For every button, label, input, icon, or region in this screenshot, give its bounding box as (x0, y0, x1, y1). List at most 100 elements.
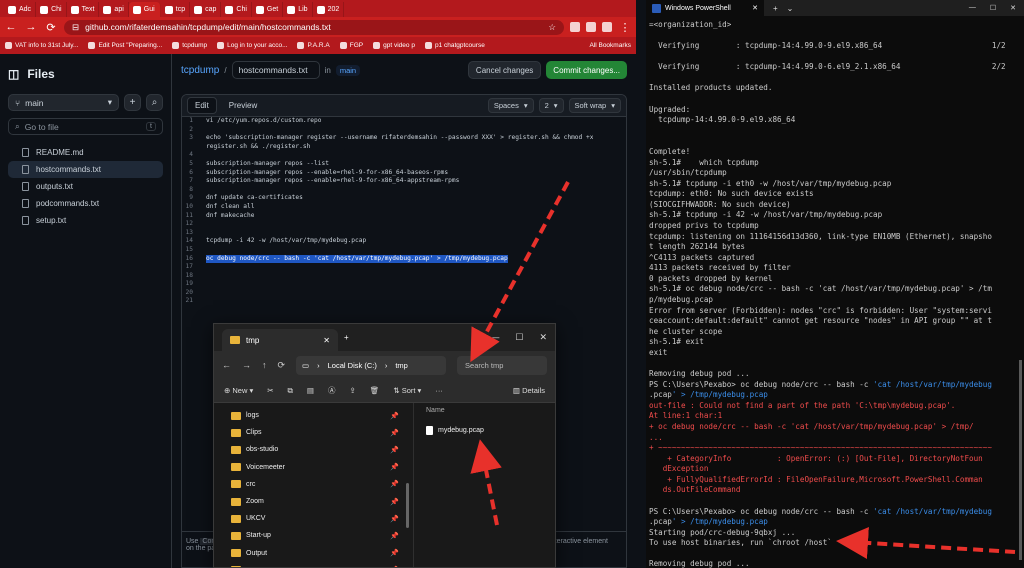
pin-icon[interactable]: 📌 (390, 532, 399, 540)
details-button[interactable]: ▥ Details (513, 386, 545, 395)
code-line[interactable]: 8 (182, 186, 626, 195)
code-line[interactable]: 19 (182, 280, 626, 289)
code-line[interactable]: 7 subscription-manager repos --enable=rhe… (182, 177, 626, 186)
code-line[interactable]: 17 (182, 263, 626, 272)
file-tree-item[interactable]: hostcommands.txt (8, 161, 163, 178)
pin-icon[interactable]: 📌 (390, 498, 399, 506)
explorer-path[interactable]: ▭ › Local Disk (C:) › tmp (296, 355, 447, 375)
extension-icon[interactable] (586, 22, 596, 32)
forward-icon[interactable]: → (24, 21, 38, 33)
back-icon[interactable]: ← (4, 21, 18, 33)
code-line[interactable]: 18 (182, 272, 626, 281)
cancel-changes-button[interactable]: Cancel changes (467, 61, 542, 79)
nav-folder-item[interactable]: logs 📌 (214, 407, 413, 424)
sort-button[interactable]: ⇅ Sort ▾ (393, 386, 421, 395)
nav-scrollbar[interactable] (406, 483, 409, 528)
code-line[interactable]: 5 subscription-manager repos --list (182, 160, 626, 169)
extension-icon[interactable] (570, 22, 580, 32)
line-text[interactable]: tcpdump -i 42 -w /host/var/tmp/mydebug.p… (206, 237, 366, 246)
terminal-tab[interactable]: Windows PowerShell ✕ (646, 0, 764, 16)
browser-tab[interactable]: Chi (36, 2, 67, 17)
code-line[interactable]: 12 (182, 220, 626, 229)
code-line[interactable]: 13 (182, 229, 626, 238)
rename-icon[interactable]: Ⓐ (328, 385, 336, 396)
file-tree-item[interactable]: setup.txt (8, 212, 163, 229)
browser-tab[interactable]: api (99, 2, 129, 17)
go-to-file-input[interactable]: ⌕ Go to file t (8, 118, 163, 135)
wrap-mode-select[interactable]: Soft wrap ▾ (568, 98, 621, 113)
code-line[interactable]: 11 dnf makecache (182, 212, 626, 221)
address-bar[interactable]: ⊟ github.com/rifaterdemsahin/tcpdump/edi… (64, 19, 564, 35)
filename-input[interactable]: hostcommands.txt (231, 61, 320, 79)
nav-folder-item[interactable]: info@pexabo.com📌 (214, 562, 413, 567)
file-tree-item[interactable]: README.md (8, 144, 163, 161)
browser-tab[interactable]: Text (67, 2, 100, 17)
close-icon[interactable]: ✕ (752, 4, 758, 12)
file-tree-item[interactable]: podcommands.txt (8, 195, 163, 212)
bookmark-item[interactable]: tcpdump (172, 42, 207, 49)
line-text[interactable]: dnf makecache (206, 212, 254, 221)
terminal-output[interactable]: =<organization_id> Verifying : tcpdump-1… (646, 16, 1024, 568)
tab-preview[interactable]: Preview (222, 98, 264, 113)
terminal-scrollbar[interactable] (1019, 360, 1022, 560)
site-info-icon[interactable]: ⊟ (72, 22, 79, 33)
file-item[interactable]: mydebug.pcap (426, 426, 555, 435)
code-line[interactable]: 6 subscription-manager repos --enable=rhe… (182, 169, 626, 178)
extension-icon[interactable] (602, 22, 612, 32)
nav-folder-item[interactable]: UKCV 📌 (214, 510, 413, 527)
search-button[interactable]: ⌕ (146, 94, 163, 111)
line-text[interactable]: dnf clean all (206, 203, 254, 212)
nav-folder-item[interactable]: Clips 📌 (214, 424, 413, 441)
all-bookmarks[interactable]: All Bookmarks (589, 42, 631, 49)
back-icon[interactable]: ← (222, 360, 231, 370)
column-name-header[interactable]: Name (426, 407, 555, 421)
browser-tab[interactable]: Gui (128, 2, 161, 17)
address-url[interactable]: github.com/rifaterdemsahin/tcpdump/edit/… (85, 22, 542, 32)
pin-icon[interactable]: 📌 (390, 463, 399, 471)
line-text[interactable]: oc debug node/crc -- bash -c 'cat /host/… (206, 254, 508, 264)
code-line[interactable]: 9 dnf update ca-certificates (182, 194, 626, 203)
code-line[interactable]: 2 (182, 126, 626, 135)
collapse-sidebar-icon[interactable]: ◫ (8, 67, 19, 81)
line-text[interactable]: vi /etc/yum.repos.d/custom.repo (206, 117, 321, 126)
pin-icon[interactable]: 📌 (390, 480, 399, 488)
browser-tab[interactable]: Get (252, 2, 284, 17)
browser-tab[interactable]: 202 (313, 2, 345, 17)
explorer-search[interactable]: Search tmp (457, 355, 547, 375)
code-line[interactable]: 15 (182, 246, 626, 255)
nav-folder-item[interactable]: Start-up 📌 (214, 527, 413, 544)
pin-icon[interactable]: 📌 (390, 515, 399, 523)
repo-link[interactable]: tcpdump (181, 65, 219, 76)
bookmark-item[interactable]: p1 chatgptcourse (424, 42, 485, 49)
line-text[interactable]: subscription-manager repos --enable=rhel… (206, 169, 448, 178)
maximize-icon[interactable]: ☐ (990, 4, 996, 12)
delete-icon[interactable]: 🗑 (370, 386, 380, 395)
browser-tab[interactable]: cap (190, 2, 222, 17)
pin-icon[interactable]: 📌 (390, 549, 399, 557)
code-line[interactable]: 4 (182, 151, 626, 160)
close-window-icon[interactable]: ✕ (539, 332, 547, 343)
new-tab-icon[interactable]: + (773, 4, 778, 13)
nav-folder-item[interactable]: Output 📌 (214, 545, 413, 562)
share-icon[interactable]: ⇪ (350, 386, 356, 395)
refresh-icon[interactable]: ⟳ (278, 360, 286, 371)
star-icon[interactable]: ☆ (548, 22, 556, 33)
minimize-icon[interactable]: — (490, 332, 499, 343)
new-tab-icon[interactable]: + (344, 333, 349, 342)
line-text[interactable]: subscription-manager repos --enable=rhel… (206, 177, 459, 186)
bookmark-item[interactable]: P.A.R.A (297, 42, 330, 49)
bookmark-item[interactable]: VAT info to 31st July... (5, 42, 78, 49)
pin-icon[interactable]: 📌 (390, 412, 399, 420)
bookmark-item[interactable]: Edit Post "Preparing... (88, 42, 162, 49)
chevron-down-icon[interactable]: ⌄ (787, 4, 794, 13)
nav-folder-item[interactable]: Zoom 📌 (214, 493, 413, 510)
minimize-icon[interactable]: — (969, 4, 976, 12)
commit-changes-button[interactable]: Commit changes... (546, 61, 627, 79)
browser-tab[interactable]: tcp (161, 2, 191, 17)
code-line[interactable]: 10 dnf clean all (182, 203, 626, 212)
line-text[interactable]: subscription-manager repos --list (206, 160, 329, 169)
pin-icon[interactable]: 📌 (390, 446, 399, 454)
paste-icon[interactable]: ▤ (307, 386, 314, 395)
nav-folder-item[interactable]: crc 📌 (214, 476, 413, 493)
up-icon[interactable]: ↑ (262, 360, 267, 370)
